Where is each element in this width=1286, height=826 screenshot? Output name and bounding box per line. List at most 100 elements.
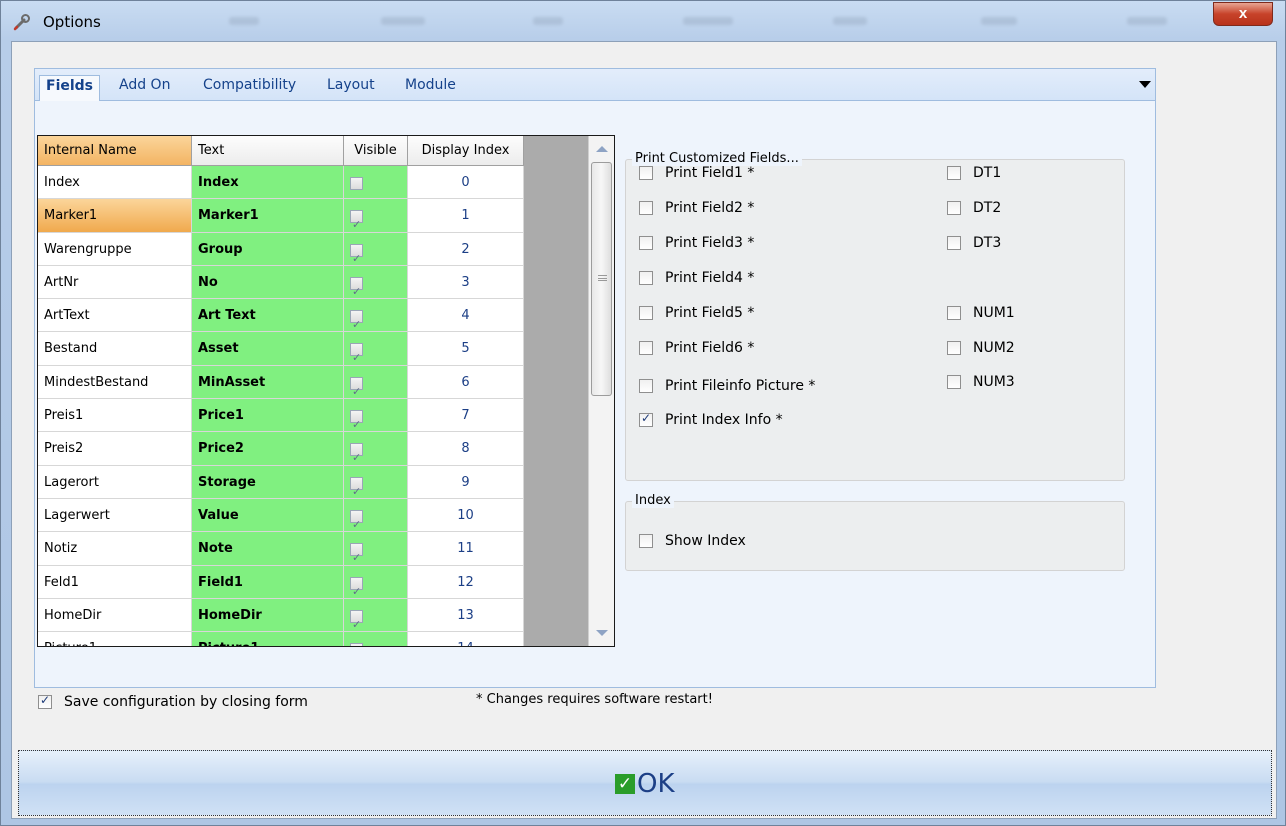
scroll-down-arrow-icon[interactable]	[589, 622, 614, 644]
visible-cell[interactable]	[344, 166, 408, 200]
text-cell[interactable]: Marker1	[192, 199, 344, 233]
visible-checkbox-icon[interactable]	[350, 508, 363, 531]
visible-cell[interactable]	[344, 199, 408, 233]
visible-cell[interactable]	[344, 299, 408, 333]
internal-name-cell[interactable]: Picture1	[38, 632, 192, 646]
display-index-cell[interactable]: 10	[408, 498, 524, 533]
print-field-checkbox[interactable]: Print Field6 *	[639, 340, 754, 356]
scroll-up-arrow-icon[interactable]	[589, 138, 614, 160]
display-index-cell[interactable]: 3	[408, 265, 524, 300]
text-cell[interactable]: Field1	[192, 565, 344, 599]
text-cell[interactable]: Picture1	[192, 632, 344, 646]
table-row[interactable]: NotizNote 11	[38, 532, 524, 566]
checkbox-icon[interactable]	[947, 201, 961, 215]
visible-checkbox-icon[interactable]	[350, 575, 363, 598]
save-config-checkbox[interactable]: Save configuration by closing form	[38, 693, 308, 710]
table-row[interactable]: MindestBestandMinAsset 6	[38, 365, 524, 400]
visible-checkbox-icon[interactable]	[350, 375, 363, 398]
tab-add-on[interactable]: Add On	[119, 75, 170, 101]
internal-name-cell[interactable]: Index	[38, 166, 192, 200]
tab-compatibility[interactable]: Compatibility	[203, 75, 296, 101]
visible-checkbox-icon[interactable]	[350, 341, 363, 365]
scroll-thumb[interactable]	[591, 162, 612, 396]
display-index-cell[interactable]: 1	[408, 199, 524, 233]
internal-name-cell[interactable]: Warengruppe	[38, 232, 192, 266]
visible-checkbox-icon[interactable]	[350, 208, 363, 232]
visible-checkbox-icon[interactable]	[350, 541, 363, 565]
print-type-checkbox[interactable]: DT1	[947, 165, 1001, 181]
visible-checkbox-icon[interactable]	[350, 408, 363, 431]
text-cell[interactable]: Group	[192, 232, 344, 266]
visible-cell[interactable]	[344, 498, 408, 533]
checkbox-icon[interactable]	[639, 201, 653, 215]
display-index-cell[interactable]: 14	[408, 632, 524, 646]
table-row[interactable]: Preis2Price2 8	[38, 432, 524, 466]
visible-cell[interactable]	[344, 632, 408, 646]
internal-name-cell[interactable]: Preis1	[38, 399, 192, 433]
checkbox-icon[interactable]	[947, 306, 961, 320]
internal-name-cell[interactable]: Lagerort	[38, 465, 192, 499]
visible-cell[interactable]	[344, 598, 408, 633]
checkbox-icon[interactable]	[947, 375, 961, 389]
text-cell[interactable]: Storage	[192, 465, 344, 499]
visible-cell[interactable]	[344, 265, 408, 300]
tab-module[interactable]: Module	[405, 75, 456, 101]
column-header-text[interactable]: Text	[192, 136, 344, 166]
table-row[interactable]: Picture1Picture1 14	[38, 632, 524, 646]
table-row[interactable]: LagerortStorage 9	[38, 465, 524, 499]
table-row[interactable]: BestandAsset 5	[38, 332, 524, 366]
print-field-checkbox[interactable]: Print Field4 *	[639, 270, 754, 286]
print-type-checkbox[interactable]: NUM1	[947, 305, 1015, 321]
visible-cell[interactable]	[344, 365, 408, 400]
table-row[interactable]: LagerwertValue 10	[38, 498, 524, 533]
internal-name-cell[interactable]: ArtNr	[38, 265, 192, 300]
grid-vertical-scrollbar[interactable]	[588, 136, 614, 646]
column-header-visible[interactable]: Visible	[344, 136, 408, 166]
print-field-checkbox[interactable]: Print Field5 *	[639, 305, 754, 321]
visible-checkbox-icon[interactable]	[350, 308, 363, 331]
print-field-checkbox[interactable]: Print Index Info *	[639, 411, 783, 428]
visible-cell[interactable]	[344, 565, 408, 599]
column-header-display-index[interactable]: Display Index	[408, 136, 524, 166]
table-row[interactable]: Preis1Price1 7	[38, 399, 524, 433]
text-cell[interactable]: MinAsset	[192, 365, 344, 400]
visible-checkbox-icon[interactable]	[350, 177, 363, 190]
checkbox-icon[interactable]	[639, 236, 653, 250]
display-index-cell[interactable]: 0	[408, 166, 524, 200]
checkbox-icon[interactable]	[38, 693, 52, 709]
internal-name-cell[interactable]: Preis2	[38, 432, 192, 466]
checkbox-icon[interactable]	[947, 236, 961, 250]
text-cell[interactable]: Asset	[192, 332, 344, 366]
title-bar[interactable]: Options x	[1, 1, 1286, 41]
print-field-checkbox[interactable]: Print Field3 *	[639, 235, 754, 251]
tab-fields[interactable]: Fields	[39, 75, 101, 101]
display-index-cell[interactable]: 13	[408, 598, 524, 633]
visible-checkbox-icon[interactable]	[350, 275, 363, 298]
visible-cell[interactable]	[344, 399, 408, 433]
checkbox-icon[interactable]	[639, 306, 653, 320]
checkbox-icon[interactable]	[639, 379, 653, 393]
display-index-cell[interactable]: 12	[408, 565, 524, 599]
visible-checkbox-icon[interactable]	[350, 641, 363, 646]
fields-grid[interactable]: Internal Name Text Visible Display Index…	[37, 135, 615, 647]
ok-button[interactable]: ✓ OK	[18, 750, 1272, 816]
print-field-checkbox[interactable]: Print Field1 *	[639, 165, 754, 181]
table-row[interactable]: Marker1Marker1 1	[38, 199, 524, 233]
display-index-cell[interactable]: 5	[408, 332, 524, 366]
internal-name-cell[interactable]: Notiz	[38, 532, 192, 566]
internal-name-cell[interactable]: HomeDir	[38, 598, 192, 633]
checkbox-icon[interactable]	[639, 534, 653, 548]
internal-name-cell[interactable]: Feld1	[38, 565, 192, 599]
visible-cell[interactable]	[344, 432, 408, 466]
visible-checkbox-icon[interactable]	[350, 242, 363, 265]
text-cell[interactable]: Note	[192, 532, 344, 566]
text-cell[interactable]: Price1	[192, 399, 344, 433]
tab-layout[interactable]: Layout	[327, 75, 375, 101]
table-row[interactable]: Feld1Field1 12	[38, 565, 524, 599]
text-cell[interactable]: No	[192, 265, 344, 300]
text-cell[interactable]: Value	[192, 498, 344, 533]
internal-name-cell[interactable]: Lagerwert	[38, 498, 192, 533]
checkbox-icon[interactable]	[947, 341, 961, 355]
internal-name-cell[interactable]: Marker1	[38, 199, 192, 233]
table-row[interactable]: Index Index 0	[38, 166, 524, 200]
